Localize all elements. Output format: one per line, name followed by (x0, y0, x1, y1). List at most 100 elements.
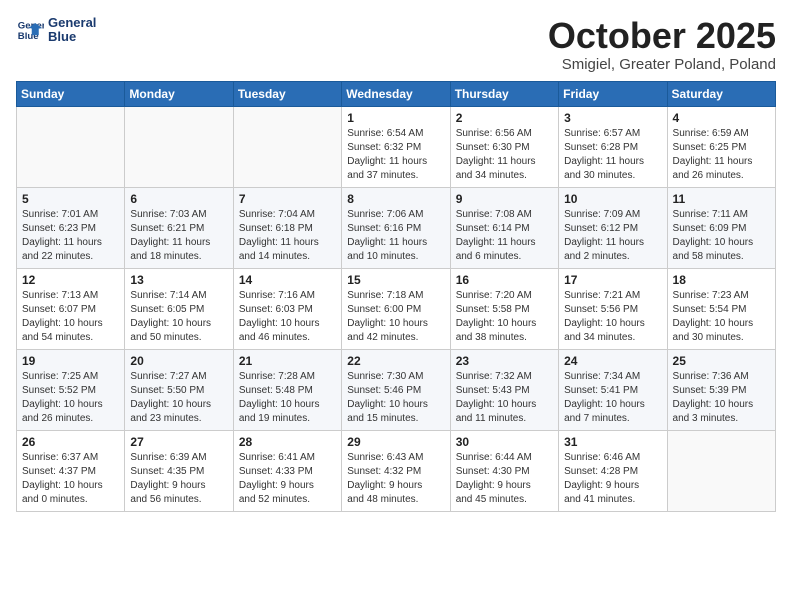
day-number: 14 (239, 273, 336, 287)
day-number: 8 (347, 192, 444, 206)
page-header: General Blue General Blue October 2025 S… (16, 16, 776, 73)
day-number: 15 (347, 273, 444, 287)
column-header-thursday: Thursday (450, 81, 558, 106)
calendar-header-row: SundayMondayTuesdayWednesdayThursdayFrid… (17, 81, 776, 106)
day-number: 29 (347, 435, 444, 449)
day-number: 6 (130, 192, 227, 206)
day-number: 2 (456, 111, 553, 125)
logo-icon: General Blue (16, 16, 44, 44)
calendar-cell: 19 Sunrise: 7:25 AM Sunset: 5:52 PM Dayli… (17, 349, 125, 430)
calendar-week-row: 26Sunrise: 6:37 AM Sunset: 4:37 PM Dayli… (17, 430, 776, 511)
day-number: 13 (130, 273, 227, 287)
calendar-cell: 4Sunrise: 6:59 AM Sunset: 6:25 PM Daylig… (667, 106, 775, 187)
day-info: Sunrise: 6:46 AM Sunset: 4:28 PM Dayligh… (564, 451, 661, 507)
day-info: Sunrise: 6:39 AM Sunset: 4:35 PM Dayligh… (130, 451, 227, 507)
day-info: Sunrise: 7:27 AM Sunset: 5:50 PM Dayligh… (130, 370, 227, 426)
calendar-cell: 13 Sunrise: 7:14 AM Sunset: 6:05 PM Dayli… (125, 268, 233, 349)
day-number: 5 (22, 192, 119, 206)
day-number: 16 (456, 273, 553, 287)
calendar-week-row: 5Sunrise: 7:01 AM Sunset: 6:23 PM Daylig… (17, 187, 776, 268)
day-info: Sunrise: 6:44 AM Sunset: 4:30 PM Dayligh… (456, 451, 553, 507)
day-info: Sunrise: 7:34 AM Sunset: 5:41 PM Dayligh… (564, 370, 661, 426)
calendar-cell: 1Sunrise: 6:54 AM Sunset: 6:32 PM Daylig… (342, 106, 450, 187)
calendar-cell: 14 Sunrise: 7:16 AM Sunset: 6:03 PM Dayli… (233, 268, 341, 349)
logo-text: General Blue (48, 16, 96, 45)
day-number: 11 (673, 192, 770, 206)
column-header-monday: Monday (125, 81, 233, 106)
day-info: Sunrise: 7:30 AM Sunset: 5:46 PM Dayligh… (347, 370, 444, 426)
day-number: 25 (673, 354, 770, 368)
day-info: Sunrise: 7:06 AM Sunset: 6:16 PM Dayligh… (347, 208, 444, 264)
title-block: October 2025 Smigiel, Greater Poland, Po… (548, 16, 776, 73)
location-subtitle: Smigiel, Greater Poland, Poland (548, 56, 776, 73)
day-number: 21 (239, 354, 336, 368)
day-number: 17 (564, 273, 661, 287)
day-info: Sunrise: 6:54 AM Sunset: 6:32 PM Dayligh… (347, 127, 444, 183)
day-info: Sunrise: 7:36 AM Sunset: 5:39 PM Dayligh… (673, 370, 770, 426)
day-number: 18 (673, 273, 770, 287)
day-number: 23 (456, 354, 553, 368)
logo: General Blue General Blue (16, 16, 96, 45)
calendar-cell (125, 106, 233, 187)
calendar-cell: 11 Sunrise: 7:11 AM Sunset: 6:09 PM Dayli… (667, 187, 775, 268)
column-header-friday: Friday (559, 81, 667, 106)
day-info: Sunrise: 7:16 AM Sunset: 6:03 PM Dayligh… (239, 289, 336, 345)
day-info: Sunrise: 7:21 AM Sunset: 5:56 PM Dayligh… (564, 289, 661, 345)
day-info: Sunrise: 7:14 AM Sunset: 6:05 PM Dayligh… (130, 289, 227, 345)
calendar-cell: 15 Sunrise: 7:18 AM Sunset: 6:00 PM Dayli… (342, 268, 450, 349)
calendar-cell: 12 Sunrise: 7:13 AM Sunset: 6:07 PM Dayli… (17, 268, 125, 349)
calendar-week-row: 1Sunrise: 6:54 AM Sunset: 6:32 PM Daylig… (17, 106, 776, 187)
day-number: 12 (22, 273, 119, 287)
calendar-cell: 17 Sunrise: 7:21 AM Sunset: 5:56 PM Dayli… (559, 268, 667, 349)
calendar-cell: 5Sunrise: 7:01 AM Sunset: 6:23 PM Daylig… (17, 187, 125, 268)
calendar-cell: 18 Sunrise: 7:23 AM Sunset: 5:54 PM Dayli… (667, 268, 775, 349)
calendar-cell: 6Sunrise: 7:03 AM Sunset: 6:21 PM Daylig… (125, 187, 233, 268)
day-number: 10 (564, 192, 661, 206)
calendar-cell: 9 Sunrise: 7:08 AM Sunset: 6:14 PM Daylig… (450, 187, 558, 268)
calendar-cell (667, 430, 775, 511)
day-info: Sunrise: 7:13 AM Sunset: 6:07 PM Dayligh… (22, 289, 119, 345)
day-number: 9 (456, 192, 553, 206)
calendar-cell: 27 Sunrise: 6:39 AM Sunset: 4:35 PM Dayli… (125, 430, 233, 511)
day-info: Sunrise: 7:09 AM Sunset: 6:12 PM Dayligh… (564, 208, 661, 264)
calendar-cell: 26Sunrise: 6:37 AM Sunset: 4:37 PM Dayli… (17, 430, 125, 511)
calendar-cell: 20 Sunrise: 7:27 AM Sunset: 5:50 PM Dayli… (125, 349, 233, 430)
calendar-cell: 29 Sunrise: 6:43 AM Sunset: 4:32 PM Dayli… (342, 430, 450, 511)
day-number: 28 (239, 435, 336, 449)
calendar-cell: 16Sunrise: 7:20 AM Sunset: 5:58 PM Dayli… (450, 268, 558, 349)
day-number: 27 (130, 435, 227, 449)
day-info: Sunrise: 6:43 AM Sunset: 4:32 PM Dayligh… (347, 451, 444, 507)
logo-line2: Blue (48, 30, 96, 44)
day-number: 30 (456, 435, 553, 449)
day-number: 20 (130, 354, 227, 368)
day-info: Sunrise: 6:59 AM Sunset: 6:25 PM Dayligh… (673, 127, 770, 183)
column-header-tuesday: Tuesday (233, 81, 341, 106)
calendar-cell: 28 Sunrise: 6:41 AM Sunset: 4:33 PM Dayli… (233, 430, 341, 511)
day-info: Sunrise: 7:18 AM Sunset: 6:00 PM Dayligh… (347, 289, 444, 345)
day-number: 22 (347, 354, 444, 368)
day-info: Sunrise: 6:41 AM Sunset: 4:33 PM Dayligh… (239, 451, 336, 507)
calendar-cell: 31Sunrise: 6:46 AM Sunset: 4:28 PM Dayli… (559, 430, 667, 511)
column-header-wednesday: Wednesday (342, 81, 450, 106)
calendar-cell: 30 Sunrise: 6:44 AM Sunset: 4:30 PM Dayli… (450, 430, 558, 511)
day-info: Sunrise: 6:57 AM Sunset: 6:28 PM Dayligh… (564, 127, 661, 183)
calendar-table: SundayMondayTuesdayWednesdayThursdayFrid… (16, 81, 776, 512)
day-info: Sunrise: 7:23 AM Sunset: 5:54 PM Dayligh… (673, 289, 770, 345)
calendar-cell: 23Sunrise: 7:32 AM Sunset: 5:43 PM Dayli… (450, 349, 558, 430)
month-title: October 2025 (548, 16, 776, 56)
day-number: 7 (239, 192, 336, 206)
column-header-saturday: Saturday (667, 81, 775, 106)
column-header-sunday: Sunday (17, 81, 125, 106)
calendar-cell: 10 Sunrise: 7:09 AM Sunset: 6:12 PM Dayli… (559, 187, 667, 268)
day-info: Sunrise: 6:56 AM Sunset: 6:30 PM Dayligh… (456, 127, 553, 183)
day-number: 19 (22, 354, 119, 368)
day-info: Sunrise: 7:04 AM Sunset: 6:18 PM Dayligh… (239, 208, 336, 264)
day-number: 26 (22, 435, 119, 449)
day-info: Sunrise: 7:11 AM Sunset: 6:09 PM Dayligh… (673, 208, 770, 264)
day-info: Sunrise: 7:08 AM Sunset: 6:14 PM Dayligh… (456, 208, 553, 264)
day-info: Sunrise: 7:25 AM Sunset: 5:52 PM Dayligh… (22, 370, 119, 426)
day-number: 24 (564, 354, 661, 368)
calendar-week-row: 12 Sunrise: 7:13 AM Sunset: 6:07 PM Dayli… (17, 268, 776, 349)
calendar-cell: 24 Sunrise: 7:34 AM Sunset: 5:41 PM Dayli… (559, 349, 667, 430)
calendar-cell (233, 106, 341, 187)
